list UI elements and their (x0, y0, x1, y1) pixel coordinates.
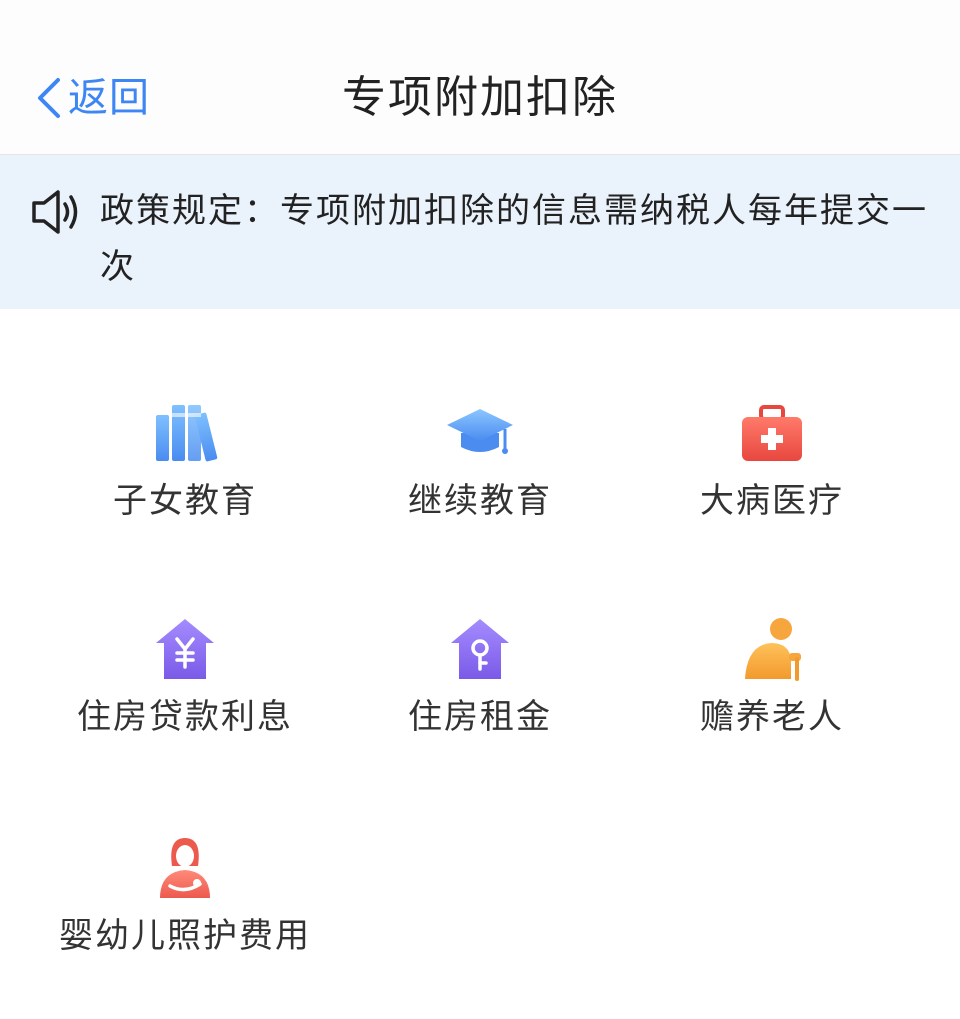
item-label: 婴幼儿照护费用 (59, 916, 311, 956)
item-label: 住房贷款利息 (77, 697, 293, 737)
books-icon (150, 399, 220, 469)
nav-bar: 返回 专项附加扣除 (0, 0, 960, 155)
item-housing-loan-interest[interactable]: 住房贷款利息 (25, 615, 345, 815)
item-serious-illness-medical[interactable]: 大病医疗 (612, 399, 932, 599)
item-elderly-support[interactable]: 赡养老人 (612, 615, 932, 815)
item-continuing-education[interactable]: 继续教育 (320, 399, 640, 599)
policy-notice: 政策规定：专项附加扣除的信息需纳税人每年提交一次 (0, 155, 960, 309)
item-label: 子女教育 (113, 481, 257, 521)
house-yuan-icon (150, 615, 220, 685)
item-label: 住房租金 (408, 697, 552, 737)
policy-notice-text: 政策规定：专项附加扣除的信息需纳税人每年提交一次 (100, 191, 928, 287)
graduation-cap-icon (445, 399, 515, 469)
item-label: 赡养老人 (700, 697, 844, 737)
item-label: 继续教育 (408, 481, 552, 521)
medical-kit-icon (737, 399, 807, 469)
speaker-icon (32, 190, 78, 234)
item-infant-care[interactable]: 婴幼儿照护费用 (25, 834, 345, 1019)
page-title: 专项附加扣除 (342, 72, 618, 123)
item-label: 大病医疗 (700, 481, 844, 521)
item-child-education[interactable]: 子女教育 (25, 399, 345, 599)
elderly-person-icon (737, 615, 807, 685)
item-housing-rent[interactable]: 住房租金 (320, 615, 640, 815)
mother-baby-icon (150, 834, 220, 904)
house-key-icon (445, 615, 515, 685)
